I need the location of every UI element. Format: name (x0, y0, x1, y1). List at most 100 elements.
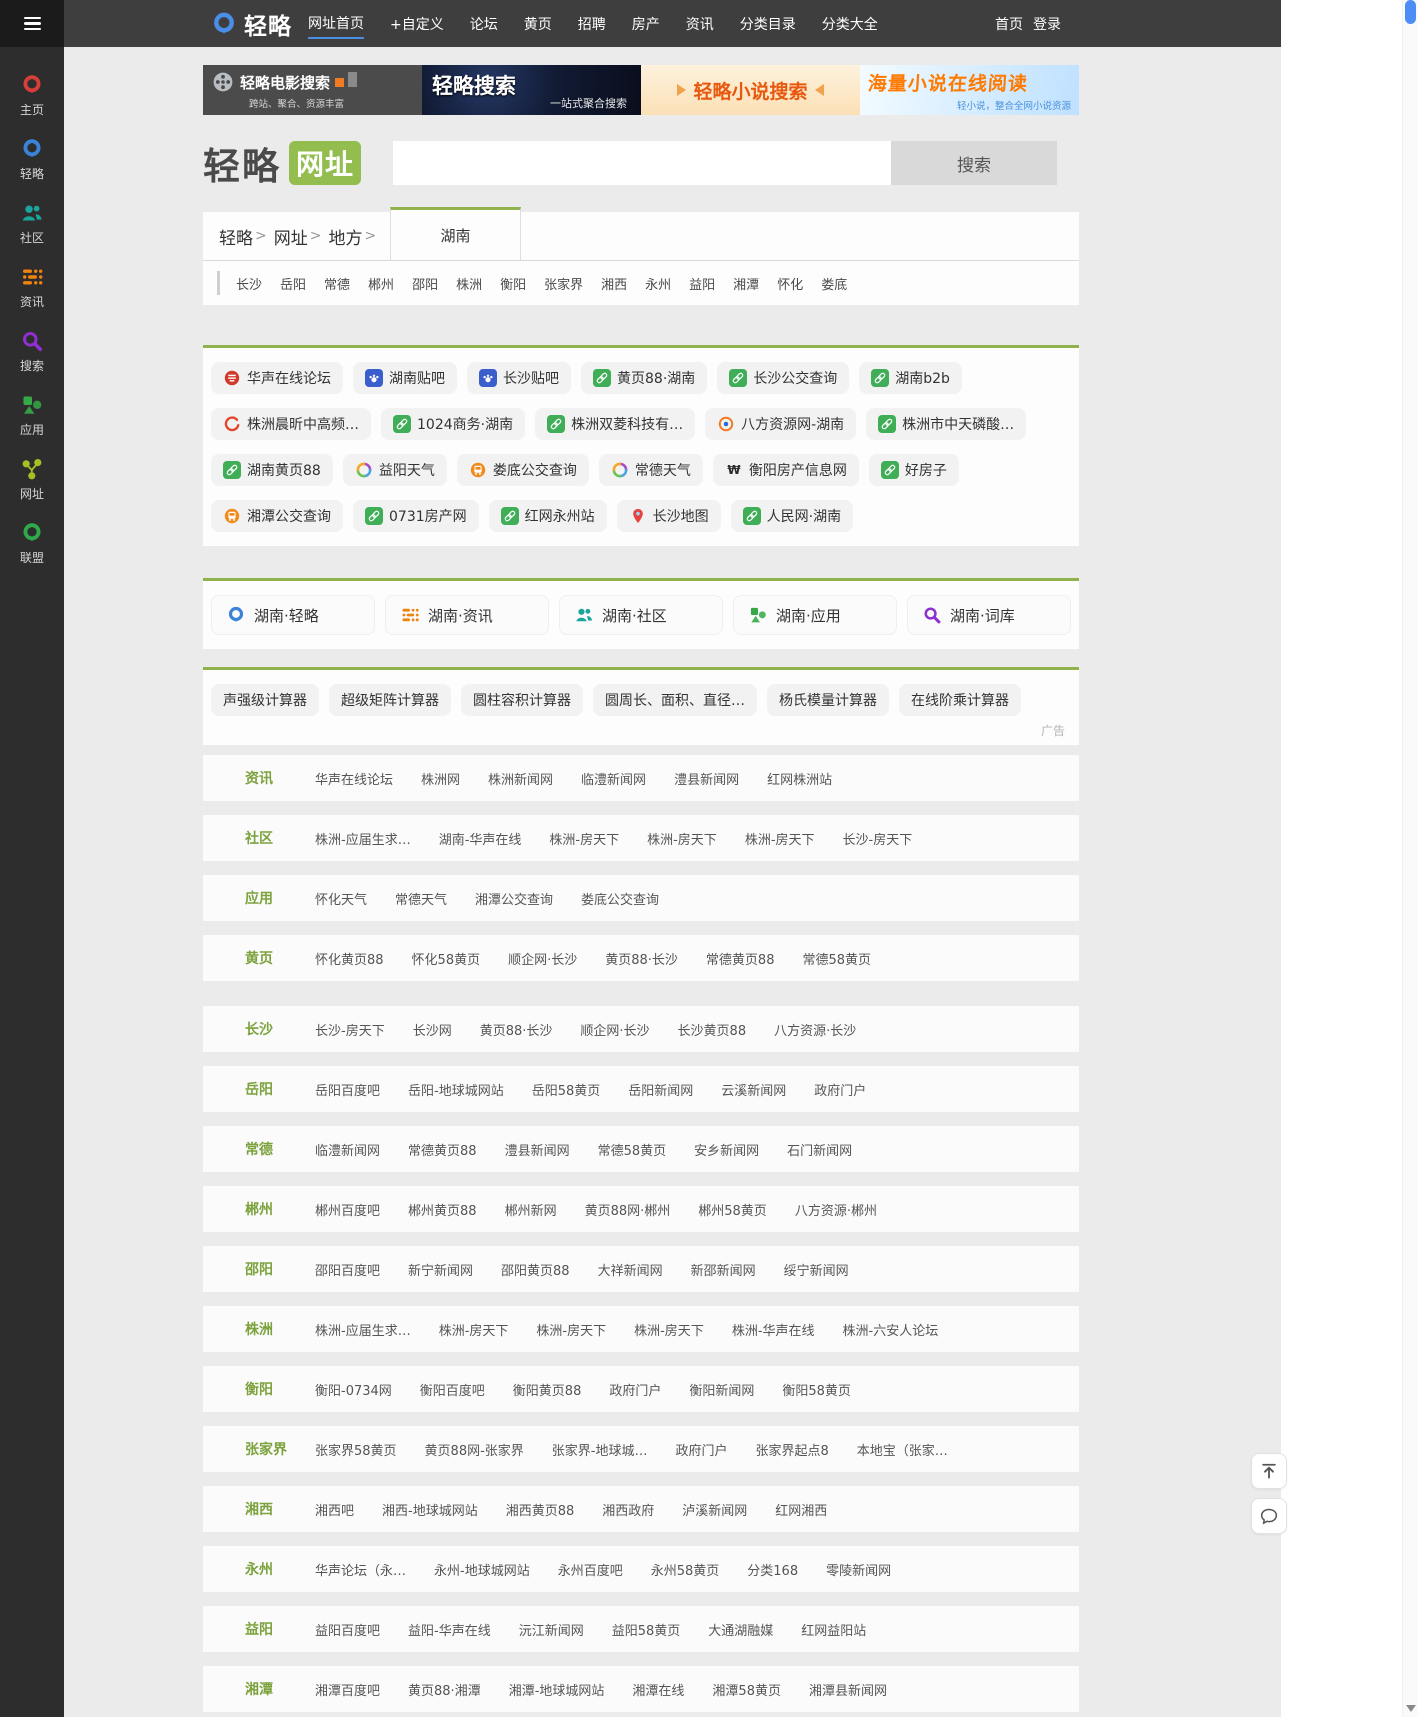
table-link[interactable]: 湘西-地球城网站 (382, 1500, 478, 1519)
table-link[interactable]: 新宁新闻网 (408, 1260, 473, 1279)
table-link[interactable]: 益阳58黄页 (612, 1620, 681, 1639)
table-link[interactable]: 黄页88·长沙 (605, 949, 678, 968)
tab-hunan[interactable]: 湖南 (390, 207, 521, 260)
table-link[interactable]: 常德天气 (395, 889, 447, 908)
scrollbar-down-arrow-icon[interactable] (1406, 1705, 1416, 1712)
table-link[interactable]: 株洲-房天下 (634, 1320, 704, 1339)
table-link[interactable]: 衡阳黄页88 (513, 1380, 582, 1399)
table-link[interactable]: 长沙-房天下 (843, 829, 913, 848)
quick-link[interactable]: 好房子 (868, 454, 959, 486)
brand-logo[interactable]: 轻略 (210, 7, 292, 41)
quick-link[interactable]: 常德天气 (598, 454, 703, 486)
table-link[interactable]: 沅江新闻网 (519, 1620, 584, 1639)
table-link[interactable]: 大祥新闻网 (598, 1260, 663, 1279)
quick-link[interactable]: 株洲市中天磷酸… (866, 408, 1027, 440)
table-link[interactable]: 常德黄页88 (408, 1140, 477, 1159)
quick-link[interactable]: ₩ 衡阳房产信息网 (712, 454, 859, 486)
city-link-怀化[interactable]: 怀化 (777, 274, 803, 293)
table-link[interactable]: 湘潭58黄页 (712, 1680, 781, 1699)
quick-link[interactable]: 红网永州站 (488, 500, 607, 532)
table-link[interactable]: 大通湖融媒 (708, 1620, 773, 1639)
table-link[interactable]: 岳阳58黄页 (532, 1080, 601, 1099)
table-link[interactable]: 衡阳百度吧 (420, 1380, 485, 1399)
table-link[interactable]: 株洲网 (421, 769, 460, 788)
table-link[interactable]: 邵阳百度吧 (315, 1260, 380, 1279)
table-link[interactable]: 衡阳-0734网 (315, 1380, 392, 1399)
table-link[interactable]: 常德58黄页 (802, 949, 871, 968)
sidebar-item-主页[interactable]: 主页 (0, 63, 64, 127)
table-link[interactable]: 株洲-房天下 (549, 829, 619, 848)
table-link[interactable]: 湘潭-地球城网站 (509, 1680, 605, 1699)
table-link[interactable]: 湘西政府 (602, 1500, 654, 1519)
table-link[interactable]: 长沙黄页88 (678, 1020, 747, 1039)
table-link[interactable]: 株洲-房天下 (647, 829, 717, 848)
table-link[interactable]: 郴州黄页88 (408, 1200, 477, 1219)
table-link[interactable]: 郴州百度吧 (315, 1200, 380, 1219)
table-link[interactable]: 岳阳-地球城网站 (408, 1080, 504, 1099)
calculator-ad-link[interactable]: 杨氏模量计算器 (767, 684, 889, 716)
quick-link[interactable]: 八方资源网-湖南 (705, 408, 857, 440)
table-link[interactable]: 衡阳58黄页 (782, 1380, 851, 1399)
city-link-张家界[interactable]: 张家界 (544, 274, 583, 293)
table-link[interactable]: 湘潭县新闻网 (809, 1680, 887, 1699)
quick-link[interactable]: 0731房产网 (353, 500, 479, 532)
table-link[interactable]: 顺企网·长沙 (580, 1020, 649, 1039)
hub-link[interactable]: 湖南·轻略 (211, 595, 375, 635)
menu-item-2[interactable]: 论坛 (470, 10, 498, 38)
login-link[interactable]: 登录 (1033, 14, 1061, 34)
calculator-ad-link[interactable]: 圆柱容积计算器 (461, 684, 583, 716)
table-link[interactable]: 红网株洲站 (767, 769, 832, 788)
table-link[interactable]: 张家界起点8 (756, 1440, 829, 1459)
ad-banner-novel-search[interactable]: 轻略小说搜索 (641, 65, 860, 115)
table-link[interactable]: 怀化58黄页 (412, 949, 481, 968)
quick-link[interactable]: 湘潭公交查询 (211, 500, 343, 532)
calculator-ad-link[interactable]: 在线阶乘计算器 (899, 684, 1021, 716)
table-link[interactable]: 华声在线论坛 (315, 769, 393, 788)
table-link[interactable]: 株洲新闻网 (488, 769, 553, 788)
quick-link[interactable]: 长沙公交查询 (717, 362, 850, 394)
table-link[interactable]: 湘潭百度吧 (315, 1680, 380, 1699)
table-link[interactable]: 石门新闻网 (787, 1140, 852, 1159)
menu-item-6[interactable]: 资讯 (686, 10, 714, 38)
table-link[interactable]: 益阳-华声在线 (408, 1620, 491, 1639)
table-link[interactable]: 常德58黄页 (598, 1140, 667, 1159)
quick-link[interactable]: 娄底公交查询 (456, 454, 589, 486)
ad-banner-movie-search[interactable]: 轻略电影搜索 跨站、聚合、资源丰富 (203, 65, 422, 115)
table-link[interactable]: 株洲-应届生求… (315, 829, 411, 848)
table-link[interactable]: 政府门户 (609, 1380, 661, 1399)
table-link[interactable]: 邵阳黄页88 (501, 1260, 570, 1279)
city-link-长沙[interactable]: 长沙 (236, 274, 262, 293)
hub-link[interactable]: 湖南·资讯 (385, 595, 549, 635)
table-link[interactable]: 政府门户 (814, 1080, 866, 1099)
table-link[interactable]: 衡阳新闻网 (689, 1380, 754, 1399)
menu-item-7[interactable]: 分类目录 (740, 10, 796, 38)
breadcrumb-item-1[interactable]: 网址 (274, 224, 308, 249)
table-link[interactable]: 湖南-华声在线 (439, 829, 522, 848)
menu-item-1[interactable]: +自定义 (390, 10, 444, 38)
table-link[interactable]: 黄页88网-张家界 (425, 1440, 524, 1459)
table-link[interactable]: 湘潭公交查询 (475, 889, 553, 908)
sidebar-item-应用[interactable]: 应用 (0, 383, 64, 447)
scrollbar[interactable] (1402, 0, 1418, 1717)
table-link[interactable]: 湘西吧 (315, 1500, 354, 1519)
table-link[interactable]: 湘潭在线 (632, 1680, 684, 1699)
table-link[interactable]: 永州百度吧 (558, 1560, 623, 1579)
city-link-株洲[interactable]: 株洲 (456, 274, 482, 293)
hub-link[interactable]: 湖南·社区 (559, 595, 723, 635)
table-link[interactable]: 云溪新闻网 (721, 1080, 786, 1099)
table-link[interactable]: 株洲-房天下 (536, 1320, 606, 1339)
breadcrumb-item-2[interactable]: 地方 (328, 224, 362, 249)
table-link[interactable]: 分类168 (747, 1560, 798, 1579)
table-link[interactable]: 岳阳百度吧 (315, 1080, 380, 1099)
table-link[interactable]: 黄页88·湘潭 (408, 1680, 481, 1699)
table-link[interactable]: 怀化黄页88 (315, 949, 384, 968)
city-link-娄底[interactable]: 娄底 (821, 274, 847, 293)
table-link[interactable]: 株洲-华声在线 (732, 1320, 815, 1339)
menu-item-0[interactable]: 网址首页 (308, 9, 364, 39)
menu-item-4[interactable]: 招聘 (578, 10, 606, 38)
table-link[interactable]: 顺企网·长沙 (508, 949, 577, 968)
sidebar-item-网址[interactable]: 网址 (0, 447, 64, 511)
breadcrumb-item-0[interactable]: 轻略 (219, 224, 253, 249)
table-link[interactable]: 长沙-房天下 (315, 1020, 385, 1039)
table-link[interactable]: 郴州新网 (505, 1200, 557, 1219)
